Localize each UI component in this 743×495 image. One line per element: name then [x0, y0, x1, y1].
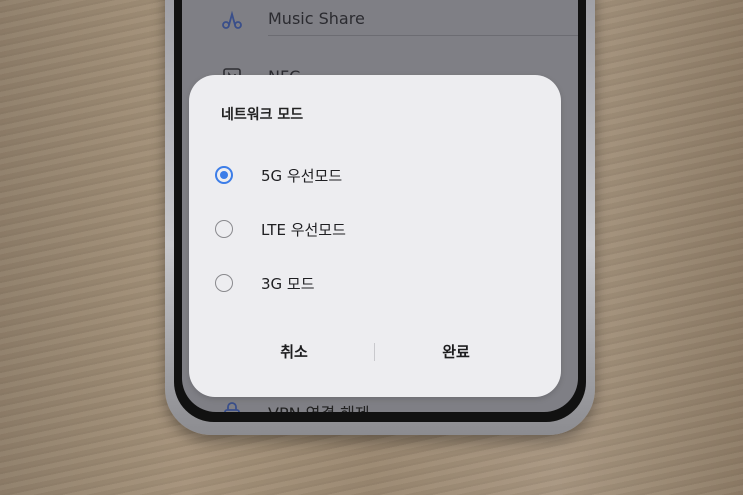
lock-icon: [224, 402, 240, 412]
settings-item-label: Music Share: [268, 9, 365, 28]
network-mode-dialog: 네트워크 모드 5G 우선모드 LTE 우선모드 3G 모드 취소 완료: [189, 75, 561, 397]
option-label: 3G 모드: [261, 275, 315, 293]
option-label: LTE 우선모드: [261, 221, 346, 239]
dialog-title: 네트워크 모드: [221, 107, 304, 123]
option-label: 5G 우선모드: [261, 167, 343, 185]
list-divider: [268, 35, 578, 36]
radio-button[interactable]: [215, 220, 233, 238]
settings-item-music-share[interactable]: Music Share: [182, 0, 578, 40]
option-3g-mode[interactable]: 3G 모드: [215, 270, 535, 300]
option-5g-preferred[interactable]: 5G 우선모드: [215, 162, 535, 192]
music-share-icon: [222, 10, 242, 29]
option-lte-preferred[interactable]: LTE 우선모드: [215, 216, 535, 246]
settings-item-label: VPN 연결 해제: [268, 400, 370, 412]
radio-button-selected[interactable]: [215, 166, 233, 184]
done-button[interactable]: 완료: [411, 337, 501, 367]
button-divider: [374, 343, 375, 361]
cancel-button[interactable]: 취소: [249, 337, 339, 367]
radio-button[interactable]: [215, 274, 233, 292]
